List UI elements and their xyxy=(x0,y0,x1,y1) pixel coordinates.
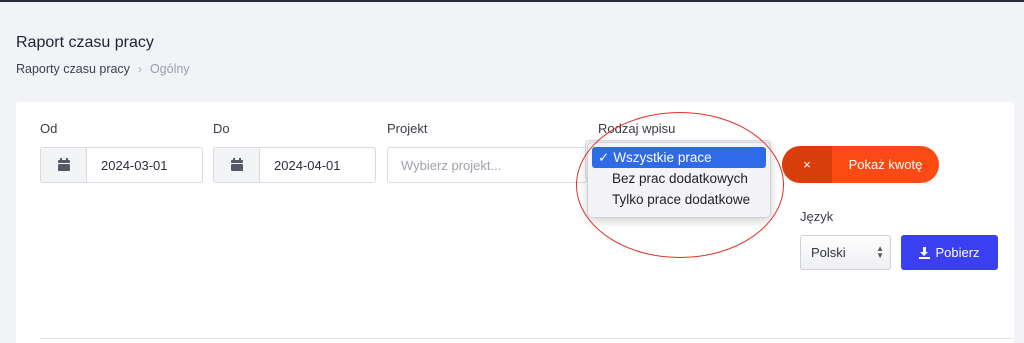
to-label: Do xyxy=(213,121,230,136)
filters-card xyxy=(16,102,1014,343)
to-calendar-addon[interactable] xyxy=(214,148,260,182)
from-calendar-addon[interactable] xyxy=(41,148,87,182)
download-button[interactable]: Pobierz xyxy=(901,235,998,270)
to-date-input[interactable]: 2024-04-01 xyxy=(260,148,375,182)
page-title: Raport czasu pracy xyxy=(16,34,154,51)
project-label: Projekt xyxy=(387,121,428,136)
from-date-input[interactable]: 2024-03-01 xyxy=(87,148,202,182)
download-label: Pobierz xyxy=(935,245,980,260)
annotation-ellipse xyxy=(576,112,784,258)
updown-arrows-icon: ▲ ▼ xyxy=(876,244,884,260)
calendar-icon xyxy=(230,158,243,171)
section-divider xyxy=(40,338,1014,339)
to-date-field[interactable]: 2024-04-01 xyxy=(213,147,376,183)
language-selected-value: Polski xyxy=(811,245,846,260)
breadcrumb-chevron-icon: › xyxy=(137,62,142,76)
language-label: Język xyxy=(800,209,834,224)
show-amount-label: Pokaż kwotę xyxy=(848,157,923,172)
project-select-input[interactable] xyxy=(387,147,587,183)
language-select[interactable]: Polski ▲ ▼ xyxy=(800,235,891,270)
show-amount-toggle[interactable]: × Pokaż kwotę xyxy=(782,146,939,183)
download-icon xyxy=(919,246,931,259)
from-date-field[interactable]: 2024-03-01 xyxy=(40,147,203,183)
calendar-icon xyxy=(57,158,70,171)
close-icon: × xyxy=(782,146,832,183)
top-border xyxy=(0,0,1024,2)
from-label: Od xyxy=(40,121,58,136)
breadcrumb-link-reports[interactable]: Raporty czasu pracy xyxy=(16,62,130,76)
breadcrumb-current: Ogólny xyxy=(149,62,190,76)
breadcrumb: Raporty czasu pracy › Ogólny xyxy=(16,62,190,76)
